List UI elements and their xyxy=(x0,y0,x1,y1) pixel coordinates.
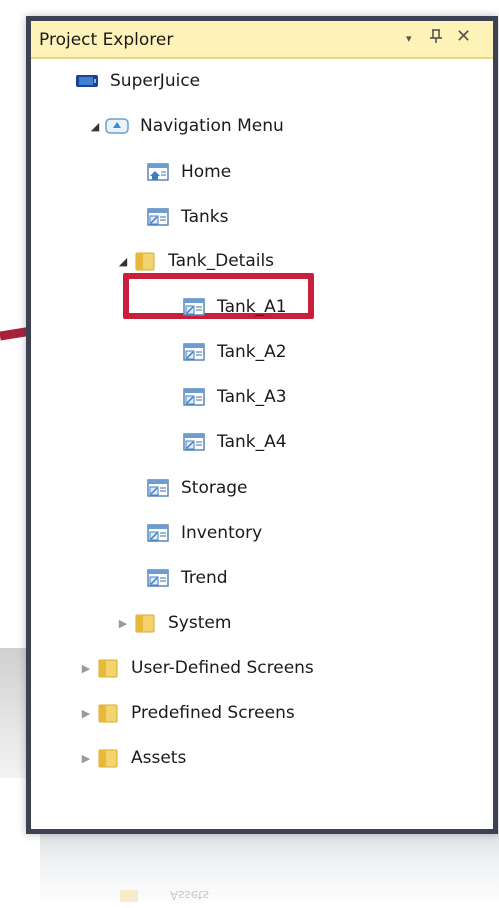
panel-title: Project Explorer xyxy=(39,30,174,50)
collapsed-arrow-icon[interactable]: ▶ xyxy=(114,617,132,630)
tree-item-system[interactable]: ▶ System xyxy=(114,606,232,640)
tree-item-project[interactable]: SuperJuice xyxy=(74,64,200,98)
tree-item-tank-a1[interactable]: Tank_A1 xyxy=(181,290,287,324)
folder-icon xyxy=(132,612,158,634)
collapsed-arrow-icon[interactable]: ▶ xyxy=(77,752,95,765)
panel-reflection xyxy=(40,830,499,908)
tree-item-label: SuperJuice xyxy=(110,71,201,91)
home-screen-icon xyxy=(145,161,171,183)
reflection-text: Assets xyxy=(170,888,210,902)
dropdown-icon[interactable]: ▾ xyxy=(406,32,412,45)
expanded-arrow-icon[interactable]: ◢ xyxy=(114,255,132,268)
tree-item-tanks[interactable]: Tanks xyxy=(145,200,228,234)
tree-item-label: Home xyxy=(181,162,232,182)
tree-item-trend[interactable]: Trend xyxy=(145,561,228,595)
pin-icon[interactable] xyxy=(429,28,443,48)
screen-icon xyxy=(181,431,207,453)
tree-item-user-defined-screens[interactable]: ▶ User-Defined Screens xyxy=(77,651,314,685)
tree-item-label: Tank_A4 xyxy=(217,432,287,452)
tree-item-label: User-Defined Screens xyxy=(131,658,314,678)
tree-item-label: Trend xyxy=(181,568,228,588)
tree-item-label: System xyxy=(168,613,232,633)
folder-icon xyxy=(95,702,121,724)
tree-item-label: Tank_Details xyxy=(168,251,275,271)
tree-item-label: Tank_A3 xyxy=(217,387,287,407)
close-icon[interactable]: ✕ xyxy=(456,26,471,47)
collapsed-arrow-icon[interactable]: ▶ xyxy=(77,662,95,675)
panel-title-bar: Project Explorer ▾ ✕ xyxy=(31,21,493,59)
folder-icon xyxy=(95,747,121,769)
tree-item-tank-a2[interactable]: Tank_A2 xyxy=(181,335,287,369)
screen-icon xyxy=(181,386,207,408)
tree-item-navigation-menu[interactable]: ◢ Navigation Menu xyxy=(86,109,284,143)
expanded-arrow-icon[interactable]: ◢ xyxy=(86,120,104,133)
tree-item-label: Inventory xyxy=(181,523,263,543)
screen-icon xyxy=(181,296,207,318)
screen-icon xyxy=(145,522,171,544)
tree-item-tank-a3[interactable]: Tank_A3 xyxy=(181,380,287,414)
tree-item-label: Tank_A1 xyxy=(217,297,287,317)
collapsed-arrow-icon[interactable]: ▶ xyxy=(77,707,95,720)
folder-icon xyxy=(132,250,158,272)
tree-item-label: Navigation Menu xyxy=(140,116,284,136)
tree-item-label: Tanks xyxy=(181,207,229,227)
reflection-folder-icon xyxy=(120,890,138,902)
tree-item-label: Tank_A2 xyxy=(217,342,287,362)
tree-item-home[interactable]: Home xyxy=(145,155,231,189)
screen-icon xyxy=(145,477,171,499)
tree-item-assets[interactable]: ▶ Assets xyxy=(77,741,187,775)
tree-item-inventory[interactable]: Inventory xyxy=(145,516,262,550)
screen-icon xyxy=(145,206,171,228)
screen-icon xyxy=(181,341,207,363)
navigation-menu-icon xyxy=(104,115,130,137)
tree-item-predefined-screens[interactable]: ▶ Predefined Screens xyxy=(77,696,295,730)
screen-icon xyxy=(145,567,171,589)
folder-icon xyxy=(95,657,121,679)
tree-item-label: Assets xyxy=(131,748,187,768)
tree-item-storage[interactable]: Storage xyxy=(145,471,248,505)
tree-item-label: Storage xyxy=(181,478,248,498)
tree-item-label: Predefined Screens xyxy=(131,703,295,723)
project-icon xyxy=(74,70,100,92)
tree-item-tank-a4[interactable]: Tank_A4 xyxy=(181,425,287,459)
